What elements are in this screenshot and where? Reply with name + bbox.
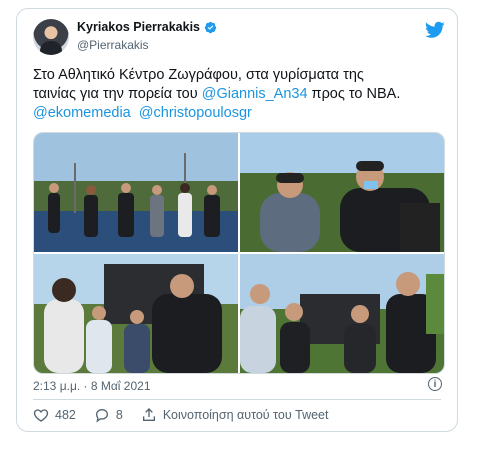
reply-icon	[95, 408, 108, 423]
author-row[interactable]: Kyriakos Pierrakakis	[77, 20, 217, 34]
share-icon	[142, 408, 155, 421]
reply-button[interactable]: 8	[94, 407, 123, 423]
share-button[interactable]: Κοινοποίηση αυτού του Tweet	[141, 407, 329, 423]
photo-grid	[33, 132, 445, 374]
divider	[33, 399, 441, 400]
tweet-line-2-suffix: προς το NBA.	[307, 86, 401, 102]
mention-christopoulosgr[interactable]: @christopoulosgr	[139, 105, 252, 121]
author-display-name[interactable]: Kyriakos Pierrakakis	[77, 20, 200, 34]
reply-count: 8	[115, 408, 123, 422]
share-label: Κοινοποίηση αυτού του Tweet	[162, 408, 329, 422]
tweet-text: Στο Αθλητικό Κέντρο Ζωγράφου, στα γυρίσμ…	[33, 66, 443, 123]
photo-2[interactable]	[240, 133, 444, 252]
mention-giannis[interactable]: @Giannis_An34	[202, 86, 308, 102]
photo-1[interactable]	[34, 133, 238, 252]
twitter-bird-icon[interactable]	[425, 21, 445, 39]
info-icon[interactable]: i	[428, 377, 442, 391]
action-bar: 482 8 Κοινοποίηση αυτού του Tweet	[33, 407, 346, 423]
author-handle[interactable]: @Pierrakakis	[77, 38, 149, 52]
like-count: 482	[55, 408, 76, 422]
photo-4[interactable]	[240, 254, 444, 373]
photo-3[interactable]	[34, 254, 238, 373]
tweet-line-2: ταινίας για την πορεία του @Giannis_An34…	[33, 85, 443, 104]
avatar[interactable]	[33, 19, 69, 55]
tweet-line-2-prefix: ταινίας για την πορεία του	[33, 86, 202, 102]
tweet-card[interactable]: Kyriakos Pierrakakis @Pierrakakis Στο Αθ…	[16, 8, 458, 432]
verified-badge-icon	[204, 21, 217, 33]
tweet-timestamp[interactable]: 2:13 μ.μ. · 8 Μαΐ 2021	[33, 379, 151, 393]
heart-icon	[33, 409, 49, 422]
tweet-line-3: @ekomemedia @christopoulosgr	[33, 104, 443, 123]
like-button[interactable]: 482	[33, 407, 76, 423]
tweet-line-1: Στο Αθλητικό Κέντρο Ζωγράφου, στα γυρίσμ…	[33, 67, 364, 83]
mention-ekomemedia[interactable]: @ekomemedia	[33, 105, 131, 121]
